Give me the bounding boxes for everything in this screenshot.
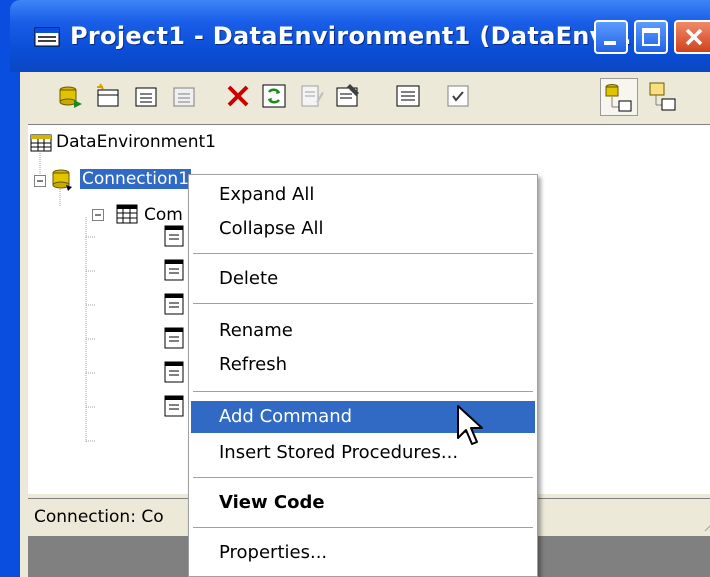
tree-connection-label[interactable]: Connection1	[80, 169, 192, 189]
menu-item-label: Rename	[219, 320, 293, 341]
tree-command-label[interactable]: Com	[144, 205, 183, 225]
arrange-by-connections-icon	[605, 84, 632, 112]
resize-grip-icon[interactable]	[702, 516, 710, 532]
field-icon	[164, 361, 184, 383]
field-icon	[164, 395, 184, 417]
field-icon	[164, 293, 184, 315]
field-icon	[164, 327, 184, 349]
minimize-button[interactable]	[594, 20, 628, 54]
context-menu: Expand All Collapse All Delete Rename Re…	[188, 174, 538, 577]
menu-item-label: View Code	[219, 492, 325, 513]
data-environment-icon	[34, 27, 60, 47]
view-code-icon[interactable]	[394, 82, 422, 110]
menu-item-collapse-all[interactable]: Collapse All	[191, 213, 535, 245]
menu-separator	[193, 391, 533, 393]
refresh-icon[interactable]	[260, 82, 288, 110]
options-icon[interactable]	[444, 82, 472, 110]
delete-icon[interactable]	[224, 82, 252, 110]
menu-item-label: Properties...	[219, 542, 328, 563]
minimize-icon	[604, 41, 616, 45]
menu-separator	[193, 253, 533, 255]
design-icon[interactable]	[298, 82, 326, 110]
menu-item-label: Delete	[219, 268, 279, 289]
window-title: Project1 - DataEnvironment1 (DataEnv...	[70, 22, 632, 50]
mouse-cursor-icon	[457, 405, 483, 445]
menu-separator	[193, 477, 533, 479]
menu-separator	[193, 527, 533, 529]
arrange-by-objects-icon[interactable]	[646, 80, 678, 112]
properties-icon[interactable]	[334, 82, 362, 110]
menu-item-label: Add Command	[219, 406, 353, 427]
maximize-button[interactable]	[634, 20, 668, 54]
menu-item-view-code[interactable]: View Code	[191, 487, 535, 519]
menu-item-delete[interactable]: Delete	[191, 263, 535, 295]
menu-item-label: Expand All	[219, 184, 315, 205]
designer-toolbar	[20, 72, 710, 122]
field-icon	[164, 225, 184, 247]
connection-icon	[52, 169, 72, 191]
add-command-icon[interactable]	[94, 82, 122, 110]
add-child-command-icon[interactable]	[132, 82, 160, 110]
menu-item-refresh[interactable]: Refresh	[191, 349, 535, 381]
menu-item-label: Refresh	[219, 354, 287, 375]
status-text: Connection: Co	[34, 507, 164, 527]
menu-item-rename[interactable]: Rename	[191, 315, 535, 347]
field-icon	[164, 259, 184, 281]
collapse-connection-icon[interactable]	[34, 175, 46, 187]
connection-selection: Connection1	[80, 169, 192, 189]
menu-item-label: Insert Stored Procedures...	[219, 442, 459, 463]
maximize-icon	[642, 28, 660, 46]
menu-item-label: Collapse All	[219, 218, 324, 239]
add-connection-icon[interactable]	[56, 82, 84, 110]
collapse-command-icon[interactable]	[92, 209, 104, 221]
menu-item-expand-all[interactable]: Expand All	[191, 179, 535, 211]
title-bar[interactable]: Project1 - DataEnvironment1 (DataEnv...	[10, 0, 710, 72]
close-icon	[685, 28, 703, 46]
arrange-by-connections-button[interactable]	[600, 78, 638, 116]
command-table-icon	[116, 204, 138, 224]
menu-separator	[193, 303, 533, 305]
close-button[interactable]	[674, 20, 710, 54]
menu-item-properties[interactable]: Properties...	[191, 537, 535, 569]
insert-stored-procedures-icon[interactable]	[170, 82, 198, 110]
